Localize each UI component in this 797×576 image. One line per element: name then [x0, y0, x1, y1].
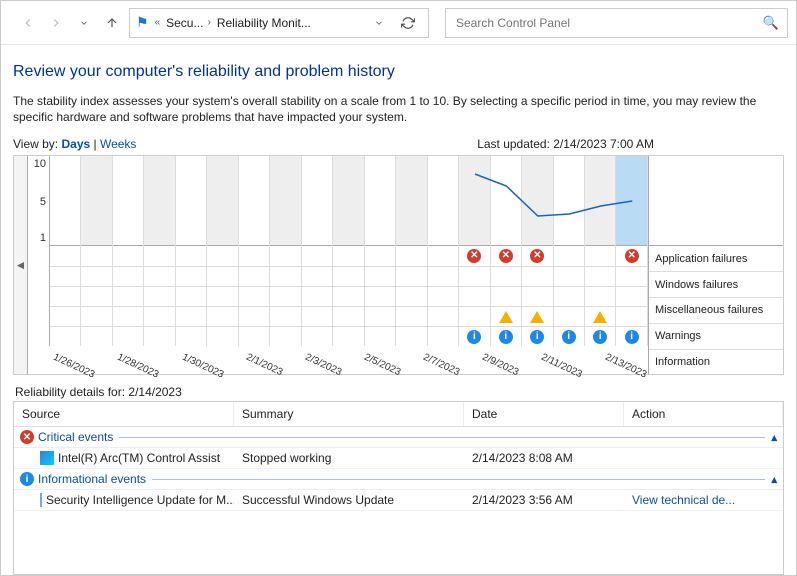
chart-column[interactable] — [113, 156, 144, 346]
info-icon: i — [593, 330, 607, 344]
warning-icon — [530, 311, 544, 323]
col-summary[interactable]: Summary — [234, 402, 464, 426]
collapse-icon[interactable]: ▴ — [771, 473, 777, 486]
group-header[interactable]: i Informational events ▴ — [14, 469, 783, 490]
chart-column[interactable]: ✕i — [522, 156, 553, 346]
table-row[interactable]: Intel(R) Arc(TM) Control Assist Stopped w… — [14, 448, 783, 469]
search-box[interactable]: 🔍 — [445, 8, 788, 38]
chart-column[interactable] — [50, 156, 81, 346]
last-updated: Last updated: 2/14/2023 7:00 AM — [477, 137, 654, 151]
chart-column[interactable] — [176, 156, 207, 346]
x-axis-labels: 1/26/20231/28/20231/30/20232/1/20232/3/2… — [28, 346, 648, 374]
breadcrumb-segment[interactable]: Secu...› — [166, 16, 213, 30]
forward-button[interactable] — [45, 12, 67, 34]
chart-columns: ✕i✕i✕iii✕i — [50, 156, 648, 346]
chart-column[interactable] — [302, 156, 333, 346]
error-icon: ✕ — [467, 249, 481, 263]
address-dropdown[interactable] — [368, 12, 390, 34]
chart-column[interactable] — [270, 156, 301, 346]
app-icon — [40, 493, 42, 507]
chart-column[interactable]: ✕i — [459, 156, 490, 346]
legend-row: Windows failures — [649, 272, 783, 298]
legend-row: Miscellaneous failures — [649, 298, 783, 324]
chart-column[interactable] — [428, 156, 459, 346]
toolbar: ⚑ « Secu...› Reliability Monit... 🔍 — [1, 1, 796, 45]
chart-column[interactable] — [396, 156, 427, 346]
cell-summary: Stopped working — [234, 451, 464, 465]
up-button[interactable] — [101, 12, 123, 34]
chart-column[interactable] — [144, 156, 175, 346]
refresh-button[interactable] — [394, 9, 422, 37]
chart-legend: Application failuresWindows failuresMisc… — [648, 156, 783, 374]
group-header[interactable]: ✕ Critical events ▴ — [14, 427, 783, 448]
app-icon — [40, 451, 54, 465]
chart-column[interactable] — [365, 156, 396, 346]
group-name: Critical events — [38, 430, 113, 444]
chart-column[interactable] — [81, 156, 112, 346]
cell-date: 2/14/2023 3:56 AM — [464, 493, 624, 507]
table-header: Source Summary Date Action — [14, 402, 783, 427]
view-row: View by: Days | Weeks Last updated: 2/14… — [13, 137, 784, 151]
col-action[interactable]: Action — [624, 402, 783, 426]
search-icon[interactable]: 🔍 — [763, 15, 779, 31]
chart-column[interactable]: i — [585, 156, 616, 346]
error-icon: ✕ — [20, 430, 34, 444]
col-date[interactable]: Date — [464, 402, 624, 426]
chart-column[interactable] — [333, 156, 364, 346]
info-icon: i — [562, 330, 576, 344]
view-by-label: View by: — [13, 137, 58, 151]
info-icon: i — [20, 472, 34, 486]
page-title: Review your computer's reliability and p… — [13, 63, 784, 81]
history-chevron-icon[interactable]: « — [153, 17, 163, 28]
group-name: Informational events — [38, 472, 146, 486]
table-body: ✕ Critical events ▴ Intel(R) Arc(TM) Contro… — [14, 427, 783, 511]
breadcrumb-text: Reliability Monit... — [217, 16, 311, 30]
back-button[interactable] — [17, 12, 39, 34]
breadcrumb-segment[interactable]: Reliability Monit... — [217, 16, 311, 30]
legend-row: Warnings — [649, 324, 783, 350]
action-link[interactable]: View technical de... — [632, 493, 735, 507]
collapse-icon[interactable]: ▴ — [771, 431, 777, 444]
error-icon: ✕ — [499, 249, 513, 263]
chart-column[interactable] — [239, 156, 270, 346]
cell-date: 2/14/2023 8:08 AM — [464, 451, 624, 465]
warning-icon — [499, 311, 513, 323]
cell-action — [624, 451, 783, 465]
info-icon: i — [530, 330, 544, 344]
stability-chart: ◄ 10 5 1 ✕i✕i✕iii✕i 1/26/20231/28/20231/… — [13, 155, 784, 375]
cell-action: View technical de... — [624, 493, 783, 507]
chart-column[interactable]: i — [554, 156, 585, 346]
cell-source: Intel(R) Arc(TM) Control Assist — [58, 451, 220, 465]
chart-column[interactable]: ✕i — [491, 156, 522, 346]
recent-dropdown[interactable] — [73, 12, 95, 34]
scroll-left-button[interactable]: ◄ — [14, 156, 28, 374]
chevron-right-icon: › — [205, 17, 212, 28]
col-source[interactable]: Source — [14, 402, 234, 426]
info-icon: i — [467, 330, 481, 344]
info-icon: i — [499, 330, 513, 344]
reliability-monitor-window: ⚑ « Secu...› Reliability Monit... 🔍 Revi… — [0, 0, 797, 576]
view-days-link[interactable]: Days — [61, 137, 90, 151]
page-description: The stability index assesses your system… — [13, 93, 784, 125]
chart-column[interactable] — [207, 156, 238, 346]
table-row[interactable]: Security Intelligence Update for M...Suc… — [14, 490, 783, 511]
info-icon: i — [625, 330, 639, 344]
content-area: Review your computer's reliability and p… — [1, 45, 796, 575]
details-table: Source Summary Date Action ✕ Critical eve… — [13, 401, 784, 575]
legend-row: Application failures — [649, 246, 783, 272]
legend-row: Information — [649, 350, 783, 375]
search-input[interactable] — [454, 15, 763, 31]
flag-icon: ⚑ — [136, 14, 149, 31]
address-bar[interactable]: ⚑ « Secu...› Reliability Monit... — [129, 8, 429, 38]
y-axis: 10 5 1 — [28, 156, 50, 346]
breadcrumb-text: Secu... — [166, 16, 203, 30]
chart-column[interactable]: ✕i — [616, 156, 647, 346]
error-icon: ✕ — [530, 249, 544, 263]
cell-summary: Successful Windows Update — [234, 493, 464, 507]
cell-source: Security Intelligence Update for M... — [46, 493, 234, 507]
error-icon: ✕ — [625, 249, 639, 263]
view-weeks-link[interactable]: Weeks — [100, 137, 136, 151]
warning-icon — [593, 311, 607, 323]
